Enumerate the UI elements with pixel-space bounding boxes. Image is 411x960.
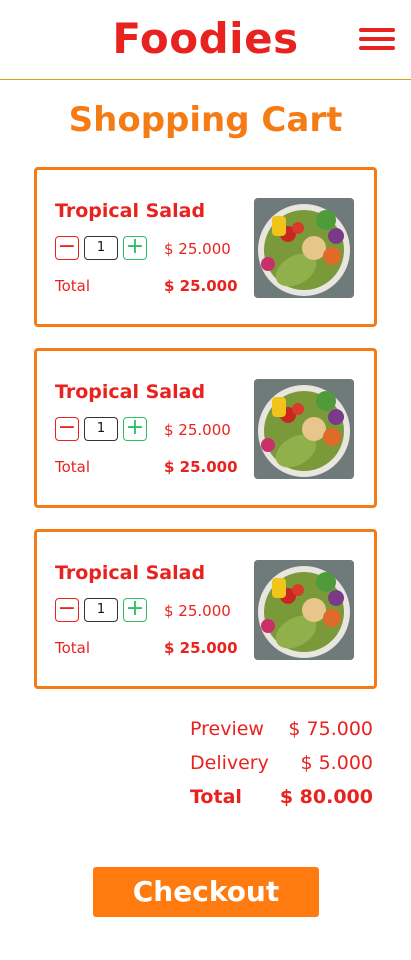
menu-bar xyxy=(359,46,395,50)
quantity-field[interactable]: 1 xyxy=(84,598,118,622)
unit-price: $ 25.000 xyxy=(164,240,231,258)
summary-preview-value: $ 75.000 xyxy=(288,718,373,740)
brand-logo: Foodies xyxy=(112,14,299,63)
item-name: Tropical Salad xyxy=(55,381,206,403)
item-total-value: $ 25.000 xyxy=(164,458,238,476)
item-name: Tropical Salad xyxy=(55,562,206,584)
checkout-button[interactable]: Checkout xyxy=(93,867,319,917)
item-total-value: $ 25.000 xyxy=(164,639,238,657)
app-header: Foodies xyxy=(0,0,411,80)
cart-item-card: Tropical Salad − 1 + $ 25.000 Total $ 25… xyxy=(34,167,377,327)
decrease-quantity-button[interactable]: − xyxy=(55,236,79,260)
summary-delivery-value: $ 5.000 xyxy=(300,752,373,774)
salad-bowl-image xyxy=(254,379,354,479)
salad-bowl-image xyxy=(254,198,354,298)
increase-quantity-button[interactable]: + xyxy=(123,417,147,441)
quantity-field[interactable]: 1 xyxy=(84,417,118,441)
summary-total-label: Total xyxy=(190,786,242,808)
menu-bar xyxy=(359,37,395,41)
page-title: Shopping Cart xyxy=(68,100,343,140)
increase-quantity-button[interactable]: + xyxy=(123,236,147,260)
item-total-label: Total xyxy=(55,639,91,657)
unit-price: $ 25.000 xyxy=(164,602,231,620)
item-total-label: Total xyxy=(55,277,91,295)
item-name: Tropical Salad xyxy=(55,200,206,222)
cart-item-card: Tropical Salad − 1 + $ 25.000 Total $ 25… xyxy=(34,529,377,689)
decrease-quantity-button[interactable]: − xyxy=(55,417,79,441)
increase-quantity-button[interactable]: + xyxy=(123,598,147,622)
summary-preview-label: Preview xyxy=(190,718,264,740)
quantity-field[interactable]: 1 xyxy=(84,236,118,260)
item-total-label: Total xyxy=(55,458,91,476)
hamburger-menu-icon[interactable] xyxy=(359,28,395,56)
summary-delivery-label: Delivery xyxy=(190,752,269,774)
summary-total-value: $ 80.000 xyxy=(279,786,373,808)
menu-bar xyxy=(359,28,395,32)
item-total-value: $ 25.000 xyxy=(164,277,238,295)
unit-price: $ 25.000 xyxy=(164,421,231,439)
salad-bowl-image xyxy=(254,560,354,660)
cart-item-card: Tropical Salad − 1 + $ 25.000 Total $ 25… xyxy=(34,348,377,508)
decrease-quantity-button[interactable]: − xyxy=(55,598,79,622)
